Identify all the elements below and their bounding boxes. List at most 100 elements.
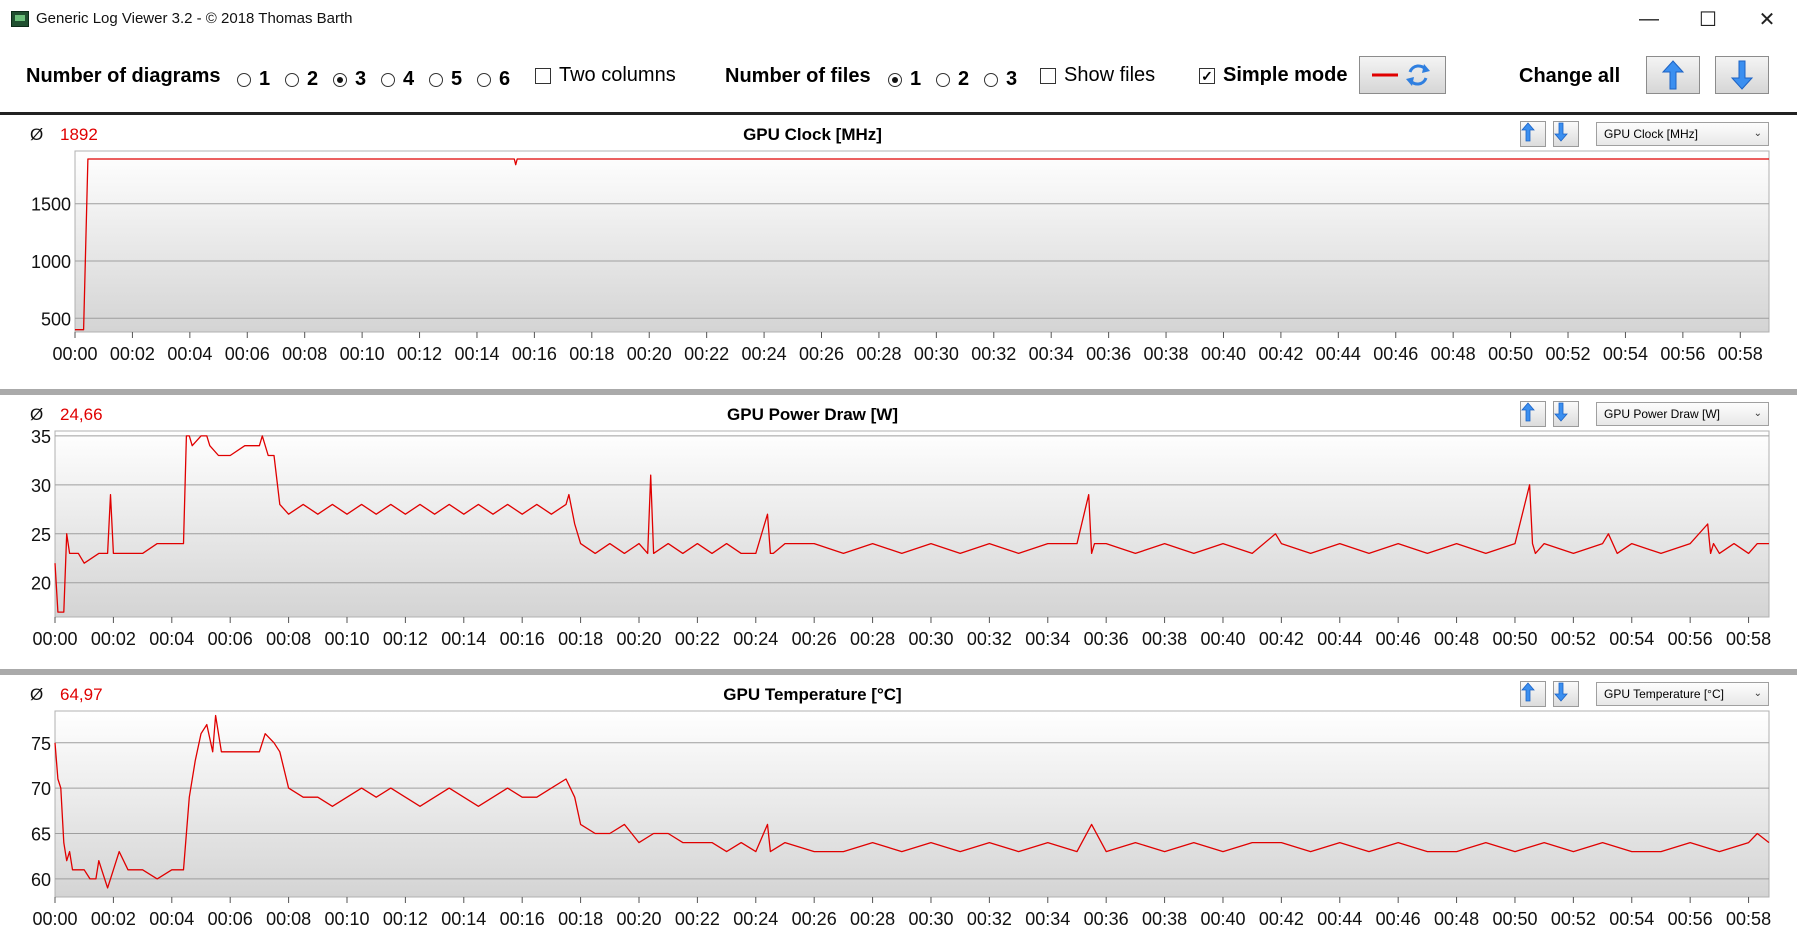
x-tick-label: 00:06 [208, 909, 253, 929]
radio-dot [285, 72, 299, 87]
diagrams-radio-2[interactable]: 2 [285, 68, 318, 91]
y-tick-label: 75 [31, 734, 51, 754]
diagrams-radio-2-label: 2 [307, 68, 319, 90]
simple-mode-checkbox[interactable]: ✓ Simple mode [1199, 64, 1347, 87]
gpu-temperature-chart: 60 65 70 75 00:00 00:02 00:04 00:06 00:08 00:10 00… [31, 710, 1771, 929]
x-tick-label: 00:08 [282, 344, 327, 364]
x-tick-label: 00:26 [792, 629, 837, 649]
x-tick-label: 00:54 [1609, 629, 1654, 649]
x-tick-label: 00:10 [324, 629, 369, 649]
radio-dot [237, 72, 251, 87]
minimize-button[interactable]: — [1619, 0, 1679, 38]
x-tick-label: 00:28 [850, 909, 895, 929]
x-tick-label: 00:56 [1660, 344, 1705, 364]
files-radio-2[interactable]: 2 [936, 68, 969, 91]
x-tick-label: 00:14 [441, 909, 486, 929]
x-tick-label: 00:26 [792, 909, 837, 929]
panel-down-button[interactable] [1553, 121, 1579, 147]
panel-down-button[interactable] [1553, 681, 1579, 707]
x-tick-label: 00:54 [1603, 344, 1648, 364]
diagrams-radio-4[interactable]: 4 [381, 68, 414, 91]
maximize-button[interactable]: ☐ [1678, 0, 1738, 38]
arrow-up-icon [1521, 402, 1535, 422]
series-select-value: GPU Power Draw [W] [1604, 407, 1721, 421]
two-columns-checkbox[interactable]: Two columns [535, 64, 676, 87]
chevron-down-icon: ⌄ [1753, 408, 1762, 419]
window-titlebar: Generic Log Viewer 3.2 - © 2018 Thomas B… [0, 0, 1797, 38]
red-line-refresh-icon [1371, 64, 1430, 86]
diagrams-radio-5[interactable]: 5 [429, 68, 462, 91]
x-tick-label: 00:04 [149, 629, 194, 649]
x-tick-label: 00:32 [967, 909, 1012, 929]
arrow-up-icon [1521, 682, 1535, 702]
x-tick-label: 00:38 [1144, 344, 1189, 364]
change-all-down-button[interactable] [1715, 56, 1769, 94]
x-tick-label: 00:34 [1029, 344, 1074, 364]
y-tick-label: 1000 [31, 252, 71, 272]
y-tick-label: 65 [31, 824, 51, 844]
toolbar: Number of diagrams 1 2 3 4 5 6 Two colum… [0, 38, 1797, 112]
files-radio-3-label: 3 [1006, 68, 1018, 90]
y-tick-label: 30 [31, 476, 51, 496]
change-all-up-button[interactable] [1646, 56, 1700, 94]
x-tick-label: 00:54 [1609, 909, 1654, 929]
radio-dot [936, 72, 950, 87]
x-tick-label: 00:38 [1142, 629, 1187, 649]
series-select[interactable]: GPU Temperature [°C] ⌄ [1596, 682, 1769, 706]
arrow-down-icon [1554, 682, 1568, 702]
x-tick-label: 00:24 [733, 629, 778, 649]
y-tick-label: 35 [31, 427, 51, 447]
series-select[interactable]: GPU Clock [MHz] ⌄ [1596, 122, 1769, 146]
panel-down-button[interactable] [1553, 401, 1579, 427]
y-tick-label: 20 [31, 574, 51, 594]
y-tick-label: 1500 [31, 195, 71, 215]
close-button[interactable]: ✕ [1737, 0, 1797, 38]
diagrams-radio-1[interactable]: 1 [237, 68, 270, 91]
x-tick-label: 00:22 [675, 629, 720, 649]
x-tick-label: 00:20 [616, 629, 661, 649]
check-icon: ✓ [1199, 67, 1215, 84]
show-files-checkbox[interactable]: Show files [1040, 64, 1155, 87]
line-color-refresh-button[interactable] [1359, 56, 1446, 94]
series-select-value: GPU Temperature [°C] [1604, 687, 1724, 701]
number-of-files-label: Number of files [725, 65, 871, 87]
diagrams-radio-6[interactable]: 6 [477, 68, 510, 91]
x-tick-label: 00:02 [91, 629, 136, 649]
x-tick-label: 00:00 [52, 344, 97, 364]
x-tick-label: 00:18 [569, 344, 614, 364]
x-tick-label: 00:02 [91, 909, 136, 929]
panel-up-button[interactable] [1520, 401, 1546, 427]
chevron-down-icon: ⌄ [1753, 128, 1762, 139]
panel-title: GPU Clock [MHz] [743, 125, 882, 144]
x-tick-label: 00:36 [1086, 344, 1131, 364]
x-tick-label: 00:28 [856, 344, 901, 364]
x-tick-label: 00:06 [208, 629, 253, 649]
x-tick-label: 00:10 [324, 909, 369, 929]
x-tick-label: 00:14 [454, 344, 499, 364]
plot-area [74, 150, 1770, 333]
x-tick-label: 00:38 [1142, 909, 1187, 929]
x-tick-label: 00:00 [32, 629, 77, 649]
radio-dot [477, 72, 491, 87]
files-radio-3[interactable]: 3 [984, 68, 1017, 91]
y-tick-label: 70 [31, 779, 51, 799]
x-tick-label: 00:16 [512, 344, 557, 364]
x-tick-label: 00:16 [500, 629, 545, 649]
x-tick-label: 00:48 [1434, 909, 1479, 929]
x-tick-label: 00:44 [1316, 344, 1361, 364]
x-tick-label: 00:18 [558, 909, 603, 929]
y-tick-label: 25 [31, 525, 51, 545]
diagrams-radio-1-label: 1 [259, 68, 271, 90]
files-radio-1[interactable]: 1 [888, 68, 921, 91]
series-select[interactable]: GPU Power Draw [W] ⌄ [1596, 402, 1769, 426]
x-tick-label: 00:00 [32, 909, 77, 929]
panel-up-button[interactable] [1520, 121, 1546, 147]
x-tick-label: 00:30 [908, 629, 953, 649]
x-tick-label: 00:48 [1431, 344, 1476, 364]
x-tick-label: 00:04 [149, 909, 194, 929]
gpu-clock-chart: 500 1000 1500 00:00 00:02 00:04 00:06 00:08 00:1… [31, 150, 1770, 364]
x-tick-label: 00:52 [1551, 629, 1596, 649]
gpu-power-chart: 20 25 30 35 00:00 00:02 00:04 00:06 00:08 00:10 00… [31, 427, 1771, 649]
panel-up-button[interactable] [1520, 681, 1546, 707]
diagrams-radio-3[interactable]: 3 [333, 68, 366, 91]
